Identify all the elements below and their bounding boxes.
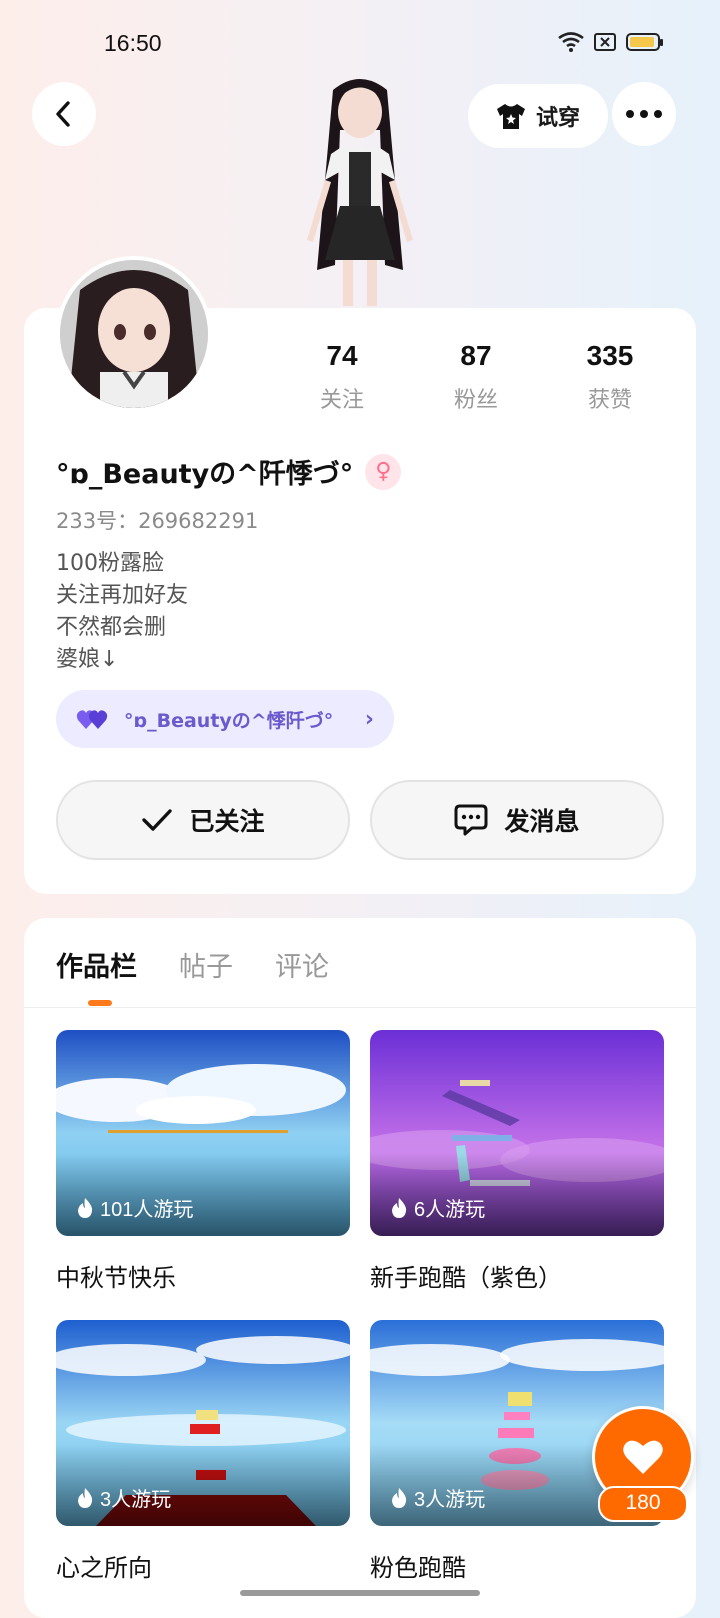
- stat-fans[interactable]: 87 粉丝: [416, 340, 536, 414]
- nickname-row: °ɒ_Beautyの^阡悸づ° ♀: [56, 452, 402, 491]
- flame-icon: [78, 1487, 93, 1508]
- message-button[interactable]: 发消息: [370, 780, 664, 860]
- stat-following-label: 关注: [319, 388, 364, 413]
- play-count: 6人游玩: [390, 1193, 485, 1222]
- nickname: °ɒ_Beautyの^阡悸づ°: [56, 459, 354, 490]
- home-indicator[interactable]: [240, 1590, 480, 1596]
- female-icon: ♀: [365, 453, 402, 490]
- tab-bar: 作品栏 帖子 评论: [56, 945, 329, 984]
- status-icons: [558, 32, 663, 52]
- chevron-left-icon: [56, 101, 70, 127]
- stat-likes[interactable]: 335 获赞: [550, 340, 670, 414]
- flame-icon: [78, 1197, 93, 1218]
- stat-likes-value: 335: [586, 340, 634, 371]
- divider: [24, 1007, 696, 1008]
- play-count: 3人游玩: [390, 1483, 485, 1512]
- friend-chip[interactable]: °ɒ_Beautyの^悸阡づ° ›: [56, 690, 394, 748]
- bio-line: 婆娘↓: [56, 647, 119, 672]
- chat-bubble-icon: [454, 804, 488, 836]
- work-card[interactable]: 6人游玩 新手跑酷（紫色）: [370, 1030, 664, 1293]
- flame-icon: [392, 1197, 407, 1218]
- check-icon: [142, 809, 173, 831]
- bio-line: 关注再加好友: [56, 583, 189, 608]
- play-count: 3人游玩: [76, 1483, 171, 1512]
- bio-line: 100粉露脸: [56, 551, 164, 576]
- flame-icon: [392, 1487, 407, 1508]
- message-label: 发消息: [504, 807, 580, 836]
- sim-off-icon: [594, 33, 616, 51]
- work-thumbnail: 101人游玩: [56, 1030, 350, 1236]
- stat-fans-label: 粉丝: [453, 388, 498, 413]
- more-dots-icon: [626, 110, 662, 118]
- work-title: 粉色跑酷: [370, 1554, 466, 1582]
- avatar-image: [60, 260, 208, 408]
- more-button[interactable]: [612, 82, 676, 146]
- following-label: 已关注: [189, 807, 265, 836]
- chevron-right-icon: ›: [364, 706, 374, 732]
- work-title: 新手跑酷（紫色）: [370, 1264, 562, 1292]
- bio: 100粉露脸 关注再加好友 不然都会删 婆娘↓: [56, 548, 188, 676]
- work-card[interactable]: 101人游玩 中秋节快乐: [56, 1030, 350, 1293]
- friend-chip-label: °ɒ_Beautyの^悸阡づ°: [124, 709, 334, 732]
- work-thumbnail: 3人游玩: [56, 1320, 350, 1526]
- bio-line: 不然都会删: [56, 615, 167, 640]
- work-title: 心之所向: [56, 1554, 152, 1582]
- stat-following[interactable]: 74 关注: [282, 340, 402, 414]
- stat-likes-label: 获赞: [587, 388, 632, 413]
- work-title: 中秋节快乐: [56, 1264, 176, 1292]
- user-id: 233号：269682291: [56, 509, 259, 533]
- tab-posts[interactable]: 帖子: [179, 945, 233, 984]
- play-count: 101人游玩: [76, 1193, 193, 1222]
- status-time: 16:50: [104, 30, 162, 56]
- following-button[interactable]: 已关注: [56, 780, 350, 860]
- tab-comments[interactable]: 评论: [275, 945, 329, 984]
- stat-fans-value: 87: [460, 340, 492, 371]
- try-on-button[interactable]: 试穿: [468, 84, 608, 148]
- stat-following-value: 74: [326, 340, 358, 371]
- like-count: 180: [598, 1486, 688, 1522]
- shirt-icon: [496, 104, 525, 129]
- work-card[interactable]: 3人游玩 心之所向: [56, 1320, 350, 1583]
- try-on-label: 试穿: [535, 106, 580, 131]
- wifi-icon: [558, 32, 584, 52]
- back-button[interactable]: [32, 82, 96, 146]
- avatar[interactable]: [56, 256, 212, 412]
- tab-works[interactable]: 作品栏: [56, 945, 137, 984]
- battery-icon: [626, 33, 663, 51]
- tab-indicator: [88, 1000, 112, 1006]
- avatar-figure-image: [307, 79, 413, 306]
- work-thumbnail: 6人游玩: [370, 1030, 664, 1236]
- double-heart-icon: [76, 710, 108, 729]
- heart-icon: [623, 1440, 663, 1474]
